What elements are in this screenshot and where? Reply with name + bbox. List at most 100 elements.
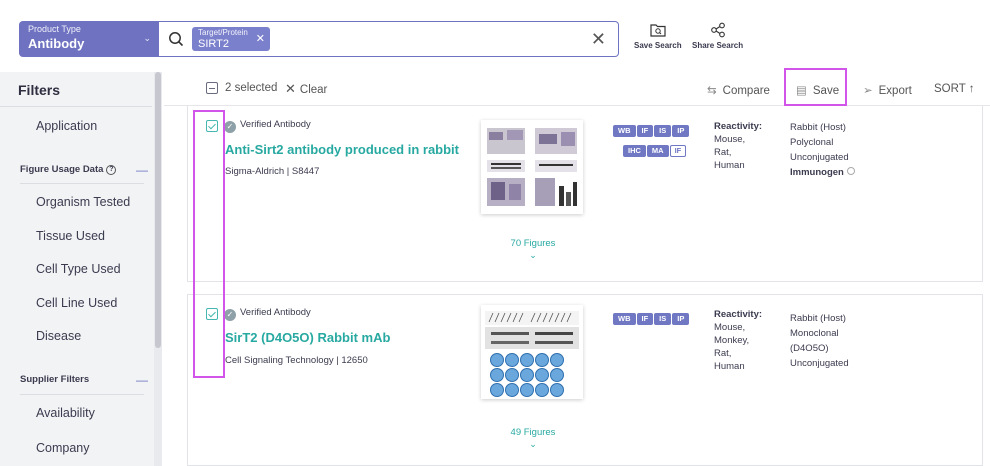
filter-company[interactable]: Company bbox=[36, 441, 90, 455]
tag-ihc: IHC bbox=[623, 145, 646, 157]
tag-wb: WB bbox=[613, 313, 636, 325]
clonality-value: Monoclonal bbox=[790, 328, 839, 339]
help-icon[interactable]: ? bbox=[106, 165, 117, 175]
filters-sidebar: Filters Application Figure Usage Data? —… bbox=[0, 72, 162, 466]
reactivity-label: Reactivity: bbox=[714, 309, 763, 320]
product-properties: Rabbit (Host) Monoclonal (D4O5O) Unconju… bbox=[790, 311, 849, 371]
product-title-link[interactable]: SirT2 (D4O5O) Rabbit mAb bbox=[225, 330, 390, 345]
verified-badge: ✓ Verified Antibody bbox=[224, 307, 311, 321]
save-search-button[interactable]: Save Search bbox=[634, 22, 682, 50]
search-input[interactable]: Target/Protein SIRT2 ✕ ✕ bbox=[159, 21, 619, 57]
tag-if-outline: IF bbox=[669, 145, 687, 157]
folder-search-icon bbox=[650, 24, 666, 37]
collapse-minus-icon[interactable]: — bbox=[136, 373, 148, 387]
conjugate-value: Unconjugated bbox=[790, 152, 849, 163]
divider bbox=[20, 183, 144, 184]
save-search-label: Save Search bbox=[634, 41, 682, 50]
reactivity-item: Rat, bbox=[714, 348, 732, 359]
sort-button[interactable]: SORT ↑ bbox=[934, 83, 974, 95]
reactivity-label: Reactivity: bbox=[714, 121, 763, 132]
chip-remove-icon[interactable]: ✕ bbox=[256, 32, 265, 45]
verified-label: Verified Antibody bbox=[240, 307, 311, 318]
export-icon: ➢ bbox=[863, 85, 873, 97]
application-tags: WB IF IS IP IHC MA IF bbox=[613, 120, 707, 160]
clonality-value: Polyclonal bbox=[790, 137, 834, 148]
selected-count: 2 selected bbox=[225, 82, 278, 94]
tag-if: IF bbox=[636, 125, 654, 137]
figures-count-link[interactable]: 70 Figures ⌄ bbox=[495, 238, 571, 261]
sidebar-scrollbar[interactable] bbox=[154, 72, 162, 466]
compare-arrows-icon: ⇆ bbox=[707, 85, 717, 97]
reactivity-info: Reactivity: Mouse, Rat, Human bbox=[714, 120, 762, 172]
application-tags: WB IF IS IP bbox=[613, 308, 707, 328]
result-card: ✓ Verified Antibody SirT2 (D4O5O) Rabbit … bbox=[187, 294, 983, 466]
product-title-link[interactable]: Anti-Sirt2 antibody produced in rabbit bbox=[225, 142, 459, 157]
info-icon[interactable] bbox=[846, 167, 855, 175]
target-protein-chip[interactable]: Target/Protein SIRT2 ✕ bbox=[192, 27, 270, 51]
figure-thumbnail[interactable] bbox=[481, 305, 583, 399]
figures-count-link[interactable]: 49 Figures ⌄ bbox=[495, 427, 571, 450]
figure-usage-heading[interactable]: Figure Usage Data? bbox=[20, 164, 117, 175]
tag-is: IS bbox=[654, 125, 672, 137]
reactivity-item: Monkey, bbox=[714, 335, 750, 346]
chip-value: SIRT2 bbox=[198, 38, 229, 50]
clear-label: Clear bbox=[299, 84, 328, 96]
compare-label: Compare bbox=[722, 85, 770, 97]
filter-tissue-used[interactable]: Tissue Used bbox=[36, 229, 105, 243]
filter-cell-type-used[interactable]: Cell Type Used bbox=[36, 262, 121, 276]
chevron-down-icon: ⌄ bbox=[529, 250, 537, 260]
tag-ip: IP bbox=[672, 125, 690, 137]
reactivity-item: Human bbox=[714, 160, 745, 171]
filters-title: Filters bbox=[18, 82, 61, 98]
select-all-checkbox[interactable] bbox=[206, 82, 218, 94]
product-type-select[interactable]: Product Type Antibody ⌄ bbox=[19, 21, 159, 57]
scrollbar-thumb[interactable] bbox=[155, 72, 161, 348]
reactivity-item: Rat, bbox=[714, 147, 732, 158]
western-blot-figure bbox=[487, 128, 577, 206]
filter-disease[interactable]: Disease bbox=[36, 329, 81, 343]
filter-cell-line-used[interactable]: Cell Line Used bbox=[36, 296, 117, 310]
divider bbox=[20, 394, 144, 395]
verified-icon: ✓ bbox=[224, 309, 236, 321]
tag-ip: IP bbox=[672, 313, 690, 325]
chevron-down-icon: ⌄ bbox=[529, 439, 537, 449]
figures-count: 70 Figures bbox=[510, 238, 556, 249]
reactivity-item: Mouse, bbox=[714, 134, 746, 145]
figures-count: 49 Figures bbox=[510, 427, 556, 438]
product-properties: Rabbit (Host) Polyclonal Unconjugated Im… bbox=[790, 120, 855, 180]
host-value: Rabbit (Host) bbox=[790, 122, 846, 133]
verified-icon: ✓ bbox=[224, 121, 236, 133]
clear-selection-button[interactable]: ✕ Clear bbox=[285, 81, 327, 97]
share-search-button[interactable]: Share Search bbox=[692, 22, 743, 50]
tag-wb: WB bbox=[613, 125, 636, 137]
filter-organism-tested[interactable]: Organism Tested bbox=[36, 195, 130, 209]
product-type-label: Product Type bbox=[28, 24, 81, 34]
result-card: ✓ Verified Antibody Anti-Sirt2 antibody p… bbox=[187, 106, 983, 282]
reactivity-item: Human bbox=[714, 361, 745, 372]
verified-label: Verified Antibody bbox=[240, 119, 311, 130]
figure-thumbnail[interactable] bbox=[481, 120, 583, 214]
tag-is: IS bbox=[654, 313, 672, 325]
share-icon bbox=[710, 22, 725, 38]
clone-value: (D4O5O) bbox=[790, 343, 829, 354]
reactivity-info: Reactivity: Mouse, Monkey, Rat, Human bbox=[714, 308, 762, 373]
filter-availability[interactable]: Availability bbox=[36, 406, 95, 420]
filter-application[interactable]: Application bbox=[36, 119, 97, 133]
search-icon bbox=[169, 32, 184, 47]
verified-badge: ✓ Verified Antibody bbox=[224, 119, 311, 133]
immunogen-link[interactable]: Immunogen bbox=[790, 165, 855, 180]
supplier-filters-heading[interactable]: Supplier Filters bbox=[20, 374, 89, 385]
collapse-minus-icon[interactable]: — bbox=[136, 163, 148, 177]
tag-if: IF bbox=[636, 313, 654, 325]
chip-label: Target/Protein bbox=[198, 28, 248, 37]
product-supplier: Sigma-Aldrich | S8447 bbox=[225, 166, 320, 177]
product-type-value: Antibody bbox=[28, 36, 85, 51]
compare-button[interactable]: ⇆ Compare bbox=[707, 83, 770, 97]
tag-ma: MA bbox=[646, 145, 669, 157]
close-icon: ✕ bbox=[285, 81, 296, 96]
conjugate-value: Unconjugated bbox=[790, 358, 849, 369]
clear-search-icon[interactable]: ✕ bbox=[591, 29, 606, 50]
export-button[interactable]: ➢ Export bbox=[863, 83, 912, 97]
western-blot-figure bbox=[485, 311, 579, 397]
save-highlight-box bbox=[784, 68, 847, 106]
